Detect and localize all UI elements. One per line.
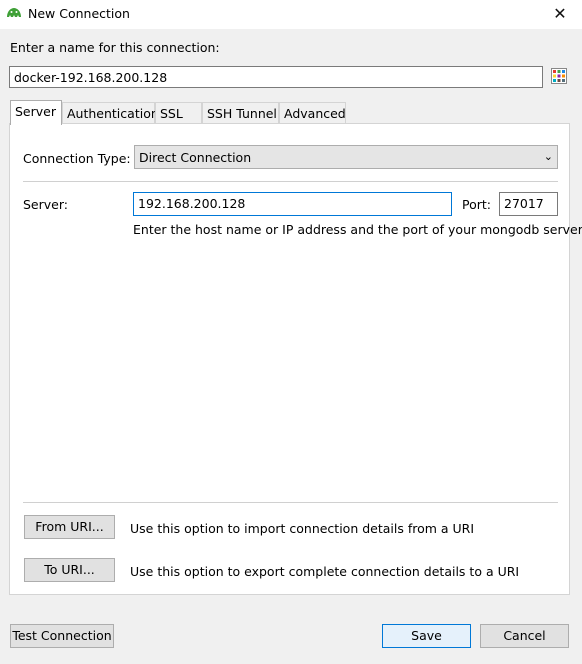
close-icon[interactable]: ✕ — [548, 3, 572, 25]
to-uri-button[interactable]: To URI... — [24, 558, 115, 582]
save-button[interactable]: Save — [382, 624, 471, 648]
tab-advanced[interactable]: Advanced — [279, 102, 346, 123]
connection-type-select[interactable]: Direct Connection ⌄ — [134, 145, 558, 169]
port-label: Port: — [462, 197, 491, 212]
color-grid-icon[interactable] — [551, 68, 567, 84]
connection-name-label: Enter a name for this connection: — [10, 40, 220, 55]
connection-type-value: Direct Connection — [139, 150, 252, 165]
mongodb-leaf-icon — [7, 8, 21, 17]
server-tab-panel: Connection Type: Direct Connection ⌄ Ser… — [9, 123, 582, 595]
from-uri-description: Use this option to import connection det… — [130, 521, 475, 536]
chevron-down-icon: ⌄ — [543, 150, 553, 163]
title-bar: New Connection ✕ — [0, 0, 582, 29]
connection-type-label: Connection Type: — [23, 151, 131, 166]
divider — [23, 502, 558, 503]
connection-name-input[interactable]: docker-192.168.200.128 — [9, 66, 543, 88]
server-hint-text: Enter the host name or IP address and th… — [133, 222, 582, 237]
tab-ssl[interactable]: SSL — [155, 102, 202, 123]
tab-authentication[interactable]: Authentication — [62, 102, 159, 123]
window-title: New Connection — [28, 6, 130, 21]
to-uri-description: Use this option to export complete conne… — [130, 564, 520, 579]
port-input[interactable]: 27017 — [499, 192, 558, 216]
cancel-button[interactable]: Cancel — [480, 624, 569, 648]
server-host-input[interactable]: 192.168.200.128 — [133, 192, 452, 216]
test-connection-button[interactable]: Test Connection — [10, 624, 114, 648]
tab-server[interactable]: Server — [10, 100, 62, 125]
tab-ssh-tunnel[interactable]: SSH Tunnel — [202, 102, 279, 123]
divider — [23, 181, 558, 182]
from-uri-button[interactable]: From URI... — [24, 515, 115, 539]
server-label: Server: — [23, 197, 68, 212]
